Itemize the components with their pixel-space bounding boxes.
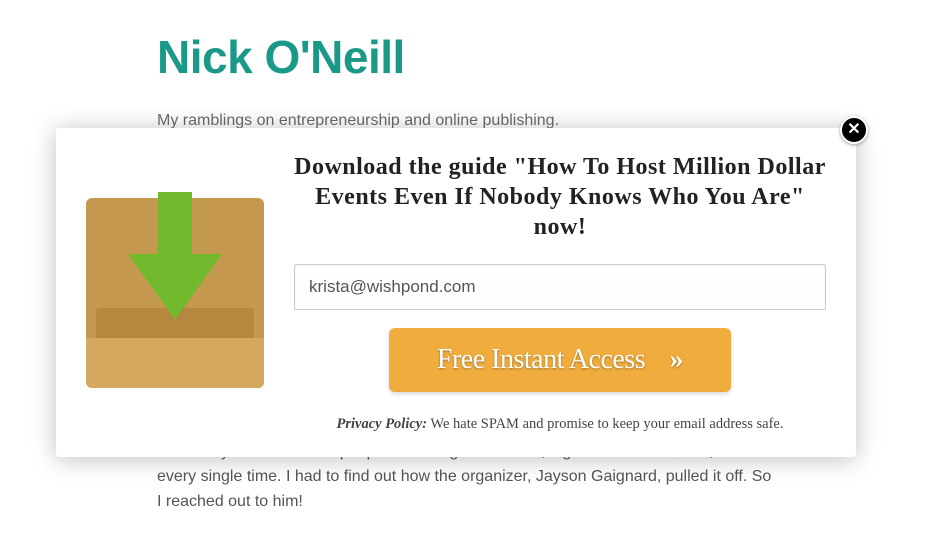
lead-capture-modal: ✕ Download the guide "How To Host Millio… — [56, 128, 856, 457]
cta-label: Free Instant Access — [437, 344, 645, 375]
modal-heading: Download the guide "How To Host Million … — [294, 152, 826, 242]
free-access-button[interactable]: Free Instant Access » — [389, 328, 731, 392]
chevron-right-icon: » — [670, 344, 684, 375]
privacy-label[interactable]: Privacy Policy: — [336, 416, 427, 432]
modal-content: Download the guide "How To Host Million … — [294, 152, 826, 433]
close-icon: ✕ — [847, 121, 860, 138]
privacy-body: We hate SPAM and promise to keep your em… — [427, 416, 783, 432]
site-title[interactable]: Nick O'Neill — [157, 30, 948, 84]
download-icon — [86, 198, 264, 388]
close-button[interactable]: ✕ — [840, 116, 868, 144]
email-field[interactable] — [294, 264, 826, 310]
privacy-policy-text: Privacy Policy: We hate SPAM and promise… — [294, 416, 826, 433]
